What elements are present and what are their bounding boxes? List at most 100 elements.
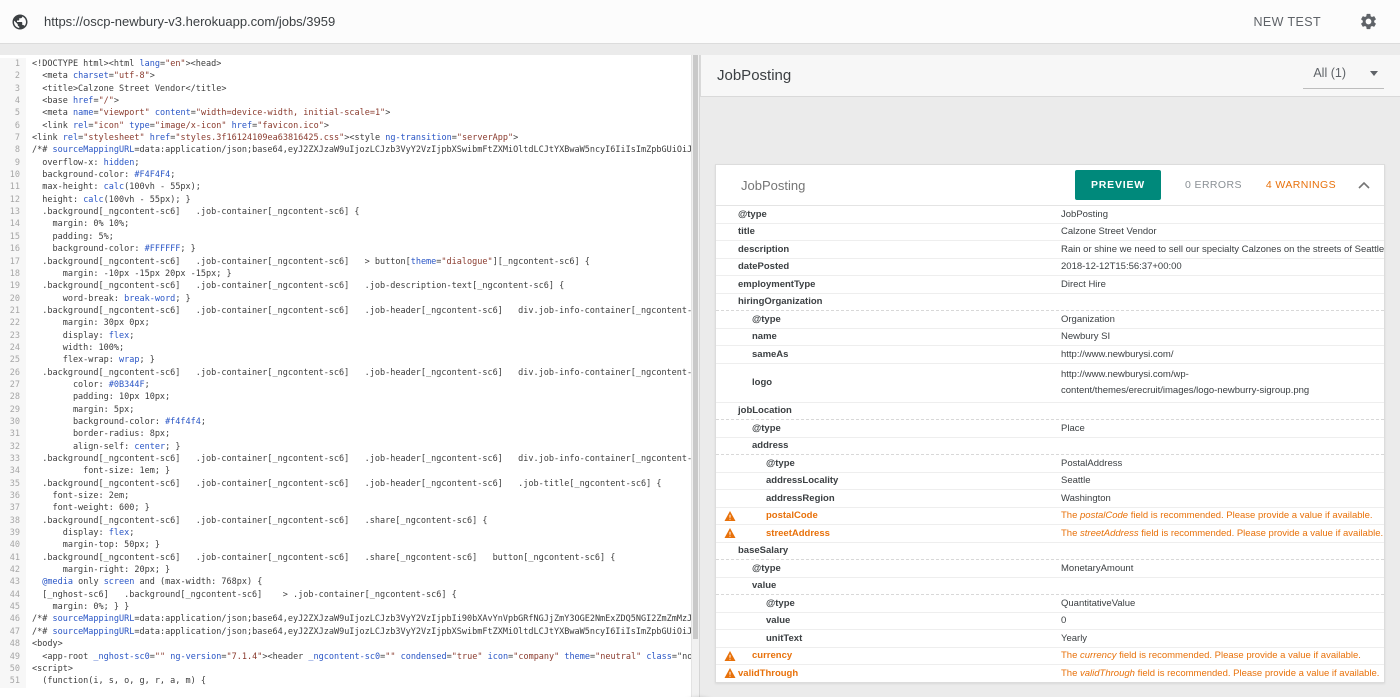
code-line: 6 <link rel="icon" type="image/x-icon" h… xyxy=(0,120,691,132)
line-number: 26 xyxy=(0,367,26,379)
code-text: <meta name="viewport" content="width=dev… xyxy=(26,107,691,119)
line-number: 50 xyxy=(0,663,26,675)
warning-triangle-icon xyxy=(724,650,736,661)
code-line: 4 <base href="/"> xyxy=(0,95,691,107)
structured-data-testing-tool: https://oscp-newbury-v3.herokuapp.com/jo… xyxy=(0,0,1400,697)
code-text: margin-right: 20px; } xyxy=(26,564,691,576)
line-number: 23 xyxy=(0,330,26,342)
table-row-addressRegion: addressRegionWashington xyxy=(716,490,1384,508)
code-line: 40 margin-top: 50px; } xyxy=(0,539,691,551)
table-row-jobLocation: jobLocation xyxy=(716,403,1384,421)
field-key: datePosted xyxy=(716,261,1061,272)
table-row-logo: logohttp://www.newburysi.com/wp-content/… xyxy=(716,364,1384,403)
topbar: https://oscp-newbury-v3.herokuapp.com/jo… xyxy=(0,0,1400,44)
line-number: 44 xyxy=(0,589,26,601)
code-text: .background[_ngcontent-sc6] .job-contain… xyxy=(26,305,691,317)
line-number: 13 xyxy=(0,206,26,218)
table-row-type: @typeOrganization xyxy=(716,311,1384,329)
code-line: 18 margin: -10px -15px 20px -15px; } xyxy=(0,268,691,280)
line-number: 21 xyxy=(0,305,26,317)
code-line: 13 .background[_ngcontent-sc6] .job-cont… xyxy=(0,206,691,218)
code-text: color: #0B344F; xyxy=(26,379,691,391)
field-key: @type xyxy=(716,598,1061,609)
field-value: PostalAddress xyxy=(1061,458,1384,469)
code-scrollbar[interactable] xyxy=(691,55,700,697)
tested-url: https://oscp-newbury-v3.herokuapp.com/jo… xyxy=(44,14,335,29)
code-line: 45 margin: 0%; } } xyxy=(0,601,691,613)
code-line: 2 <meta charset="utf-8"> xyxy=(0,70,691,82)
code-line: 43 @media only screen and (max-width: 76… xyxy=(0,576,691,588)
table-row-title: titleCalzone Street Vendor xyxy=(716,224,1384,242)
code-line: 32 align-self: center; } xyxy=(0,441,691,453)
warning-triangle-icon xyxy=(724,528,736,539)
code-panel[interactable]: 1<!DOCTYPE html><html lang="en"><head>2 … xyxy=(0,55,691,697)
field-key: value xyxy=(716,615,1061,626)
code-text: <!DOCTYPE html><html lang="en"><head> xyxy=(26,58,691,70)
code-line: 27 color: #0B344F; xyxy=(0,379,691,391)
table-row-type: @typeJobPosting xyxy=(716,206,1384,224)
code-text: width: 100%; xyxy=(26,342,691,354)
code-text: padding: 5%; xyxy=(26,231,691,243)
code-line: 9 overflow-x: hidden; xyxy=(0,157,691,169)
field-key: jobLocation xyxy=(716,405,1061,416)
code-text: font-size: 2em; xyxy=(26,490,691,502)
field-key: @type xyxy=(716,314,1061,325)
gear-icon[interactable] xyxy=(1359,12,1378,31)
code-text: background-color: #f4f4f4; xyxy=(26,416,691,428)
field-value: Yearly xyxy=(1061,633,1384,644)
code-line: 35 .background[_ngcontent-sc6] .job-cont… xyxy=(0,478,691,490)
table-row-value: value0 xyxy=(716,613,1384,631)
line-number: 39 xyxy=(0,527,26,539)
result-filter-select[interactable]: All (1) xyxy=(1303,62,1384,89)
code-line: 19 .background[_ngcontent-sc6] .job-cont… xyxy=(0,280,691,292)
line-number: 35 xyxy=(0,478,26,490)
table-row-streetAddress: streetAddressThe streetAddress field is … xyxy=(716,525,1384,543)
line-number: 6 xyxy=(0,120,26,132)
table-row-postalCode: postalCodeThe postalCode field is recomm… xyxy=(716,508,1384,526)
table-row-address: address xyxy=(716,438,1384,456)
field-value: Newbury SI xyxy=(1061,331,1384,342)
field-value: Direct Hire xyxy=(1061,279,1384,290)
new-test-button[interactable]: NEW TEST xyxy=(1247,14,1327,30)
code-text: @media only screen and (max-width: 768px… xyxy=(26,576,691,588)
code-text: align-self: center; } xyxy=(26,441,691,453)
code-text: .background[_ngcontent-sc6] .job-contain… xyxy=(26,280,691,292)
warning-triangle-icon xyxy=(724,510,736,521)
line-number: 20 xyxy=(0,293,26,305)
line-number: 18 xyxy=(0,268,26,280)
code-text: (function(i, s, o, g, r, a, m) { xyxy=(26,675,691,687)
line-number: 17 xyxy=(0,256,26,268)
chevron-up-icon[interactable] xyxy=(1358,181,1370,189)
scrollbar-thumb[interactable] xyxy=(693,55,698,639)
field-key: name xyxy=(716,331,1061,342)
code-text: <app-root _nghost-sc0="" ng-version="7.1… xyxy=(26,651,691,663)
line-number: 47 xyxy=(0,626,26,638)
field-key: @type xyxy=(716,423,1061,434)
code-text: display: flex; xyxy=(26,330,691,342)
table-row-type: @typePostalAddress xyxy=(716,455,1384,473)
field-value: The currency field is recommended. Pleas… xyxy=(1061,650,1384,661)
code-line: 31 border-radius: 8px; xyxy=(0,428,691,440)
field-value: Seattle xyxy=(1061,475,1384,486)
line-number: 14 xyxy=(0,218,26,230)
code-line: 48<body> xyxy=(0,638,691,650)
line-number: 1 xyxy=(0,58,26,70)
field-key: address xyxy=(716,440,1061,451)
line-number: 7 xyxy=(0,132,26,144)
code-line: 10 background-color: #F4F4F4; xyxy=(0,169,691,181)
filter-value: All (1) xyxy=(1313,66,1346,80)
code-line: 12 height: calc(100vh - 55px); } xyxy=(0,194,691,206)
table-row-employmentType: employmentTypeDirect Hire xyxy=(716,276,1384,294)
field-value: 0 xyxy=(1061,615,1384,626)
table-row-baseSalary: baseSalary xyxy=(716,543,1384,561)
table-row-type: @typePlace xyxy=(716,420,1384,438)
code-text: word-break: break-word; } xyxy=(26,293,691,305)
field-key: @type xyxy=(716,563,1061,574)
code-text: <link rel="stylesheet" href="styles.3f16… xyxy=(26,132,691,144)
table-row-currency: currencyThe currency field is recommende… xyxy=(716,648,1384,666)
line-number: 24 xyxy=(0,342,26,354)
preview-button[interactable]: PREVIEW xyxy=(1075,170,1161,200)
code-text: .background[_ngcontent-sc6] .job-contain… xyxy=(26,367,691,379)
field-key: unitText xyxy=(716,633,1061,644)
line-number: 11 xyxy=(0,181,26,193)
